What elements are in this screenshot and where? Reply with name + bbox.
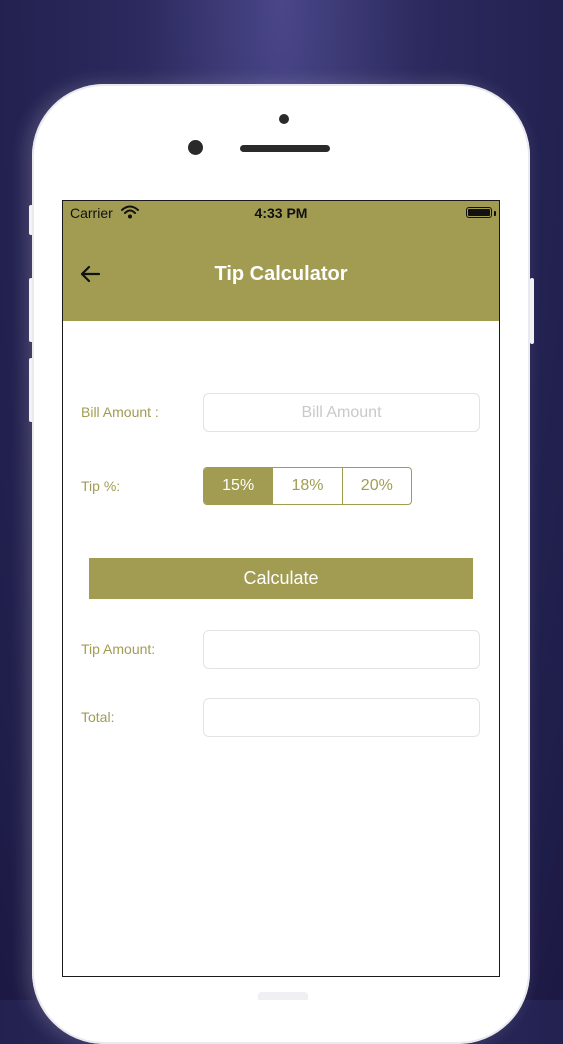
app-screen: Carrier 4:33 PM Tip Calculator Bill Amou… bbox=[62, 200, 500, 977]
tip-percent-label: Tip %: bbox=[81, 478, 121, 494]
status-time: 4:33 PM bbox=[254, 205, 308, 221]
status-bar: Carrier 4:33 PM bbox=[63, 201, 499, 225]
proximity-sensor bbox=[279, 114, 289, 124]
bill-amount-input[interactable] bbox=[203, 393, 480, 432]
tip-option-18[interactable]: 18% bbox=[273, 468, 343, 504]
navigation-bar: Carrier 4:33 PM Tip Calculator bbox=[63, 201, 499, 321]
battery-tip bbox=[494, 211, 496, 216]
calculate-button[interactable]: Calculate bbox=[89, 558, 473, 599]
front-camera bbox=[188, 140, 203, 155]
total-label: Total: bbox=[81, 709, 115, 725]
earpiece-speaker bbox=[240, 145, 330, 152]
tip-option-20[interactable]: 20% bbox=[343, 468, 411, 504]
home-button-edge bbox=[258, 992, 308, 1000]
bill-amount-label: Bill Amount : bbox=[81, 404, 159, 420]
total-field[interactable] bbox=[203, 698, 480, 737]
power-button bbox=[530, 278, 534, 344]
tip-option-15[interactable]: 15% bbox=[204, 468, 274, 504]
battery-icon bbox=[466, 207, 492, 218]
page-title: Tip Calculator bbox=[214, 263, 348, 285]
tip-percent-selector: 15% 18% 20% bbox=[203, 467, 412, 505]
tip-amount-label: Tip Amount: bbox=[81, 641, 156, 657]
tip-amount-field[interactable] bbox=[203, 630, 480, 669]
